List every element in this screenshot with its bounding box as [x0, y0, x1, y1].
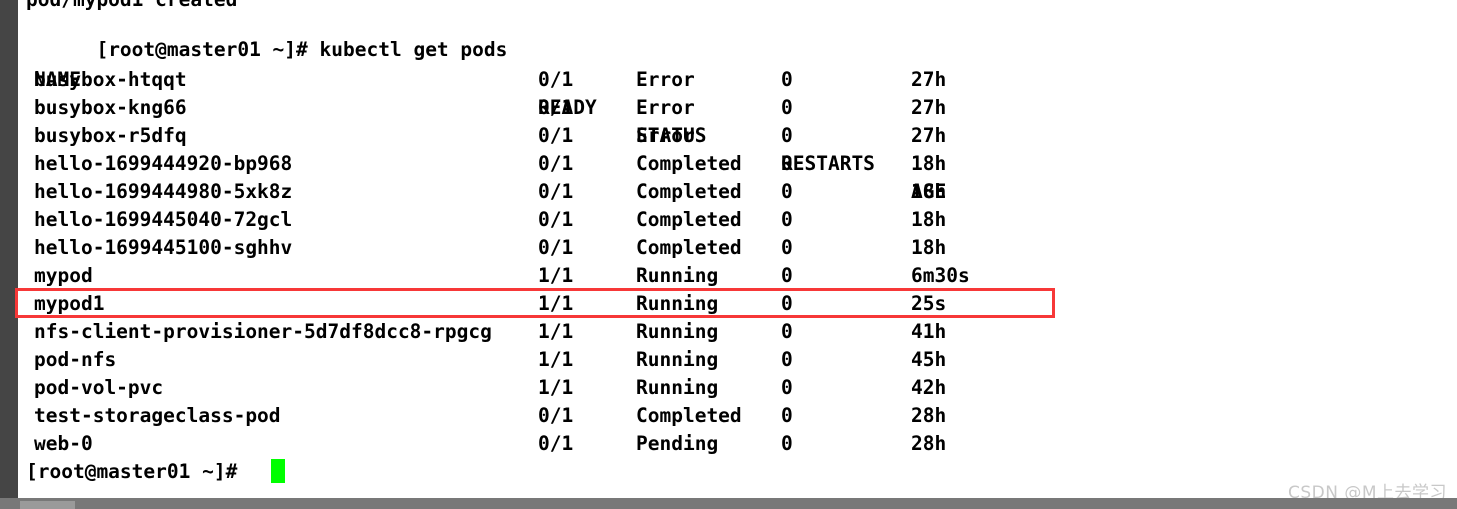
cell-restarts: 0: [781, 376, 793, 399]
cell-status: Completed: [636, 236, 742, 259]
cell-ready: 1/1: [538, 320, 574, 343]
cell-ready: 0/1: [538, 96, 574, 119]
cell-status: Running: [636, 376, 719, 399]
cell-pod-name: busybox-r5dfq: [34, 124, 187, 147]
cell-age: 27h: [911, 124, 947, 147]
cell-restarts: 0: [781, 96, 793, 119]
final-prompt-line: [root@master01 ~]#: [26, 460, 238, 483]
cell-restarts: 0: [781, 236, 793, 259]
window-left-gutter: [0, 0, 18, 498]
cell-pod-name: mypod1: [34, 292, 105, 315]
cell-ready: 0/1: [538, 236, 574, 259]
cell-status: Running: [636, 320, 719, 343]
cell-pod-name: pod-vol-pvc: [34, 376, 164, 399]
cell-age: 42h: [911, 376, 947, 399]
cell-status: Error: [636, 124, 695, 147]
cell-age: 18h: [911, 152, 947, 175]
cell-pod-name: hello-1699445040-72gcl: [34, 208, 293, 231]
cell-age: 45h: [911, 348, 947, 371]
cell-pod-name: hello-1699444980-5xk8z: [34, 180, 293, 203]
cell-pod-name: test-storageclass-pod: [34, 404, 281, 427]
command-prompt-line: [root@master01 ~]# kubectl get pods: [26, 8, 507, 61]
typed-command: kubectl get pods: [319, 38, 508, 61]
cell-ready: 0/1: [538, 404, 574, 427]
cell-status: Completed: [636, 180, 742, 203]
cell-restarts: 0: [781, 180, 793, 203]
cell-ready: 0/1: [538, 432, 574, 455]
cell-restarts: 0: [781, 264, 793, 287]
cell-age: 41h: [911, 320, 947, 343]
cell-pod-name: hello-1699445100-sghhv: [34, 236, 293, 259]
cell-pod-name: pod-nfs: [34, 348, 117, 371]
cell-status: Running: [636, 348, 719, 371]
cell-age: 6m30s: [911, 264, 970, 287]
cell-age: 28h: [911, 404, 947, 427]
table-header-row: NAME READY STATUS RESTARTS AGE: [26, 38, 946, 203]
cell-status: Pending: [636, 432, 719, 455]
cell-pod-name: hello-1699444920-bp968: [34, 152, 293, 175]
cell-status: Error: [636, 68, 695, 91]
cell-status: Running: [636, 264, 719, 287]
cell-restarts: 0: [781, 348, 793, 371]
cell-restarts: 0: [781, 68, 793, 91]
cell-ready: 1/1: [538, 376, 574, 399]
cell-status: Error: [636, 96, 695, 119]
cell-age: 18h: [911, 236, 947, 259]
cell-pod-name: busybox-kng66: [34, 96, 187, 119]
cell-ready: 0/1: [538, 124, 574, 147]
cell-age: 18h: [911, 180, 947, 203]
cell-restarts: 0: [781, 152, 793, 175]
cell-restarts: 0: [781, 432, 793, 455]
cell-age: 28h: [911, 432, 947, 455]
cell-ready: 0/1: [538, 152, 574, 175]
cell-age: 25s: [911, 292, 947, 315]
cell-pod-name: busybox-htqqt: [34, 68, 187, 91]
window-bottom-bar: [0, 498, 1457, 509]
shell-prompt: [root@master01 ~]#: [96, 38, 308, 61]
cell-status: Completed: [636, 404, 742, 427]
bottom-bar-tab: [20, 501, 75, 509]
cell-status: Completed: [636, 152, 742, 175]
cell-ready: 1/1: [538, 292, 574, 315]
terminal-output-area[interactable]: pod/mypod1 created [root@master01 ~]# ku…: [18, 0, 1457, 498]
cell-age: 18h: [911, 208, 947, 231]
cell-pod-name: nfs-client-provisioner-5d7df8dcc8-rpgcg: [34, 320, 492, 343]
cell-age: 27h: [911, 68, 947, 91]
cell-restarts: 0: [781, 404, 793, 427]
cell-status: Completed: [636, 208, 742, 231]
cell-status: Running: [636, 292, 719, 315]
cell-restarts: 0: [781, 320, 793, 343]
cell-ready: 0/1: [538, 180, 574, 203]
cell-pod-name: web-0: [34, 432, 93, 455]
cell-ready: 1/1: [538, 348, 574, 371]
block-cursor: [271, 459, 285, 483]
cell-restarts: 0: [781, 292, 793, 315]
cell-ready: 0/1: [538, 68, 574, 91]
terminal-window: pod/mypod1 created [root@master01 ~]# ku…: [0, 0, 1457, 509]
cell-ready: 0/1: [538, 208, 574, 231]
cell-pod-name: mypod: [34, 264, 93, 287]
cell-ready: 1/1: [538, 264, 574, 287]
cell-age: 27h: [911, 96, 947, 119]
cell-restarts: 0: [781, 124, 793, 147]
cell-restarts: 0: [781, 208, 793, 231]
